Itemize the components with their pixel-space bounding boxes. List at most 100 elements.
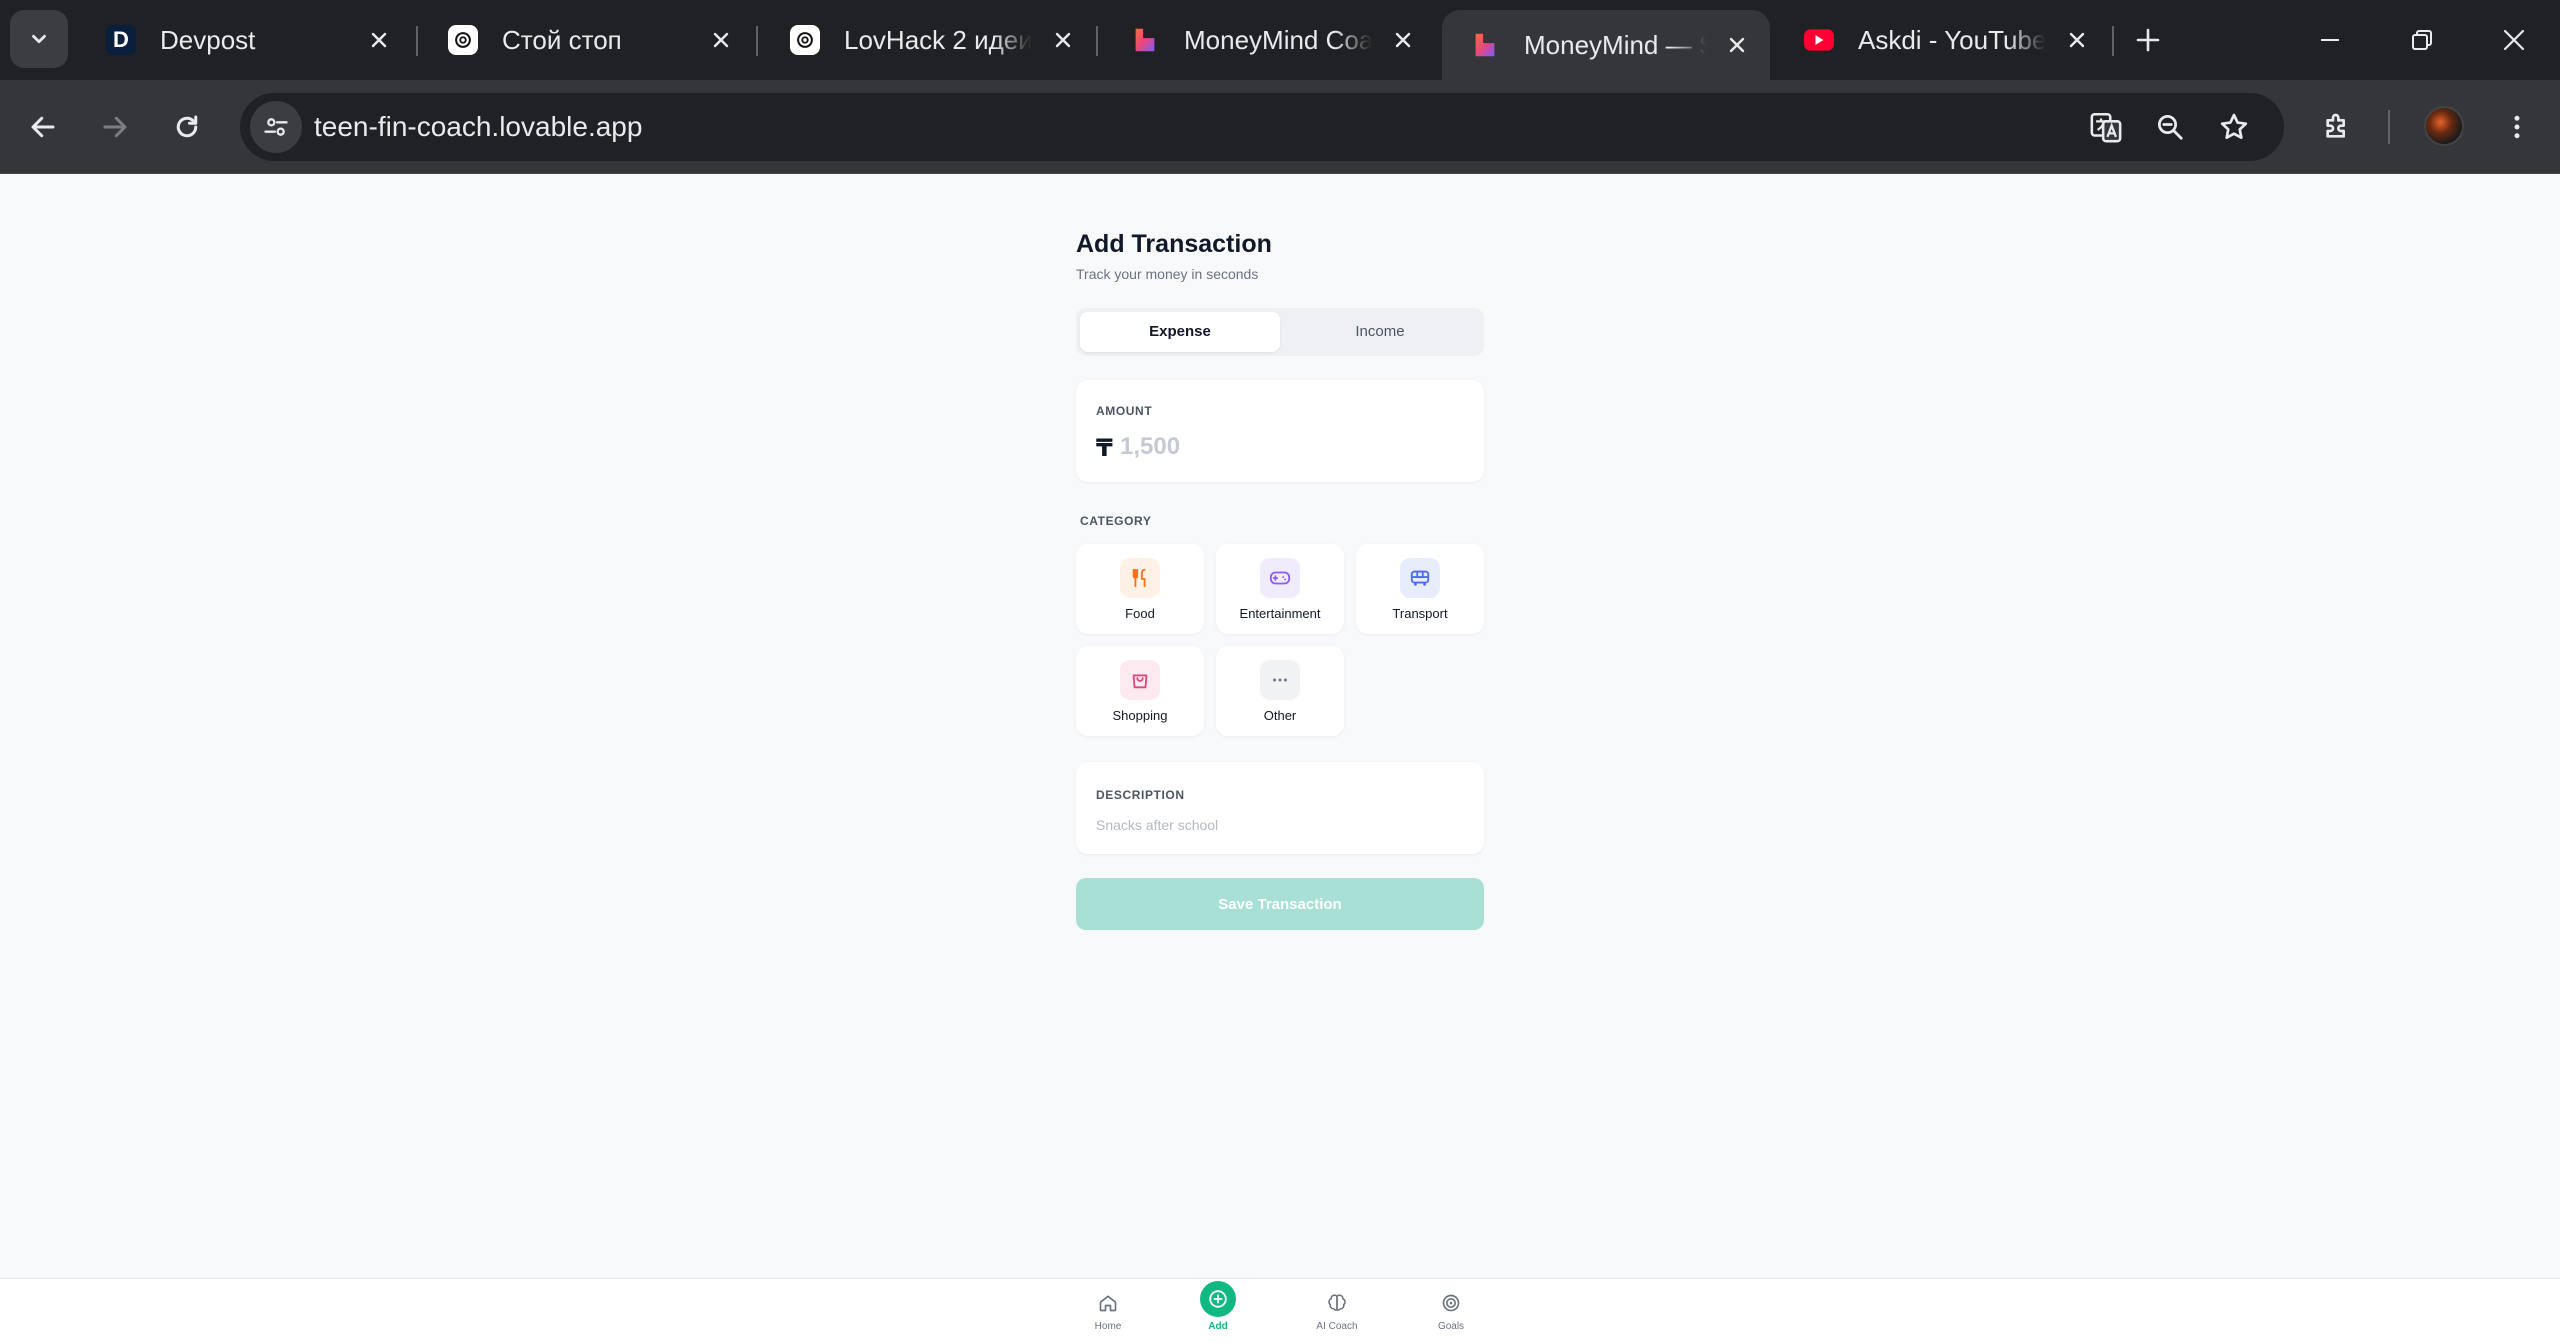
site-info-button[interactable] [250,101,302,153]
tab-close-icon[interactable] [364,25,394,55]
category-shopping[interactable]: Shopping [1076,646,1204,736]
nav-home[interactable]: Home [1068,1279,1148,1344]
close-icon [2503,29,2525,51]
target-icon [1439,1291,1463,1315]
tab-chatgpt-1[interactable]: Стой стоп [420,0,754,80]
bottom-nav: Home Add AI Coach Goals [0,1278,2560,1344]
tab-title: MoneyMind Coach [1184,24,1372,55]
page-title: Add Transaction [1076,230,1272,258]
nav-add[interactable]: Add [1178,1279,1258,1344]
category-transport[interactable]: Transport [1356,544,1484,634]
new-tab-button[interactable] [2128,20,2168,60]
tab-devpost[interactable]: D Devpost [78,0,412,80]
minimize-button[interactable] [2310,20,2350,60]
minimize-icon [2321,39,2339,41]
tab-close-icon[interactable] [2062,25,2092,55]
currency-symbol: ₸ [1096,435,1113,462]
expense-tab[interactable]: Expense [1080,312,1280,352]
tab-close-icon[interactable] [1048,25,1078,55]
forward-button[interactable] [90,102,140,152]
puzzle-icon [2326,113,2345,138]
chatgpt-icon [448,25,478,55]
tab-separator [756,26,758,56]
home-icon [1096,1291,1120,1315]
tune-icon [264,118,288,136]
category-label: CATEGORY [1080,514,1152,528]
bookmark-button[interactable] [2214,107,2254,147]
gamepad-icon [1260,558,1300,598]
nav-label: Home [1094,1321,1122,1332]
tab-close-icon[interactable] [706,25,736,55]
category-name: Transport [1392,606,1448,621]
amount-card: AMOUNT ₸ [1076,380,1484,482]
tab-moneymind-coach[interactable]: MoneyMind Coach [1102,0,1436,80]
page-subtitle: Track your money in seconds [1076,266,1259,282]
chatgpt-icon [790,25,820,55]
category-name: Other [1263,708,1297,723]
transaction-type-toggle: Expense Income [1076,308,1484,356]
tab-close-icon[interactable] [1722,30,1752,60]
zoom-out-icon [2158,115,2183,140]
tab-title: Askdi - YouTube [1858,24,2046,55]
browser-tabstrip: D Devpost Стой стоп LovHack 2 идеи для M… [0,0,2560,80]
restore-icon [2412,30,2432,50]
description-card: DESCRIPTION [1076,762,1484,854]
more-horizontal-icon [1260,660,1300,700]
amount-label: AMOUNT [1096,404,1153,418]
income-tab[interactable]: Income [1280,312,1480,352]
category-name: Food [1125,606,1155,621]
tab-close-icon[interactable] [1388,25,1418,55]
page-content: Add Transaction Track your money in seco… [0,174,2560,1278]
more-vertical-icon [2514,115,2520,139]
plus-icon [2136,28,2160,52]
restore-button[interactable] [2402,20,2442,60]
description-label: DESCRIPTION [1096,788,1185,802]
nav-label: Add [1208,1321,1228,1332]
nav-ai-coach[interactable]: AI Coach [1297,1279,1377,1344]
extensions-button[interactable] [2312,102,2362,152]
nav-label: Goals [1437,1321,1465,1332]
nav-goals[interactable]: Goals [1411,1279,1491,1344]
toolbar-divider [2388,110,2390,144]
category-food[interactable]: Food [1076,544,1204,634]
address-bar[interactable]: teen-fin-coach.lovable.app [240,93,2284,161]
lovable-icon [1470,30,1500,60]
category-other[interactable]: Other [1216,646,1344,736]
tab-youtube[interactable]: Askdi - YouTube [1776,0,2110,80]
tab-chatgpt-2[interactable]: LovHack 2 идеи для [762,0,1096,80]
tab-search-button[interactable] [10,10,68,68]
tab-title: LovHack 2 идеи для [844,24,1032,55]
back-button[interactable] [18,102,68,152]
youtube-icon [1804,25,1834,55]
category-entertainment[interactable]: Entertainment [1216,544,1344,634]
url-text[interactable]: teen-fin-coach.lovable.app [314,93,642,161]
brain-icon [1325,1291,1349,1315]
tab-title: MoneyMind — Smart [1524,29,1706,60]
reload-icon [176,115,198,138]
translate-button[interactable] [2086,107,2126,147]
tab-title: Devpost [160,24,256,55]
tab-separator [416,26,418,56]
plus-circle-icon [1200,1281,1236,1317]
tab-separator [2112,26,2114,56]
reload-button[interactable] [162,102,212,152]
arrow-left-icon [31,116,55,138]
zoom-button[interactable] [2150,107,2190,147]
category-name: Entertainment [1239,606,1321,621]
description-input[interactable] [1096,814,1466,836]
close-window-button[interactable] [2494,20,2534,60]
chevron-down-icon [32,34,46,44]
profile-avatar[interactable] [2424,106,2464,146]
browser-menu-button[interactable] [2492,102,2542,152]
browser-toolbar: teen-fin-coach.lovable.app [0,80,2560,174]
star-icon [2220,113,2248,139]
save-transaction-button[interactable]: Save Transaction [1076,878,1484,930]
amount-input[interactable] [1120,430,1460,464]
bus-icon [1400,558,1440,598]
nav-label: AI Coach [1316,1321,1358,1332]
translate-icon [2090,112,2122,143]
tab-title: Стой стоп [502,24,622,55]
devpost-icon: D [106,25,136,55]
shopping-bag-icon [1120,660,1160,700]
tab-moneymind-smart[interactable]: MoneyMind — Smart [1442,10,1770,80]
